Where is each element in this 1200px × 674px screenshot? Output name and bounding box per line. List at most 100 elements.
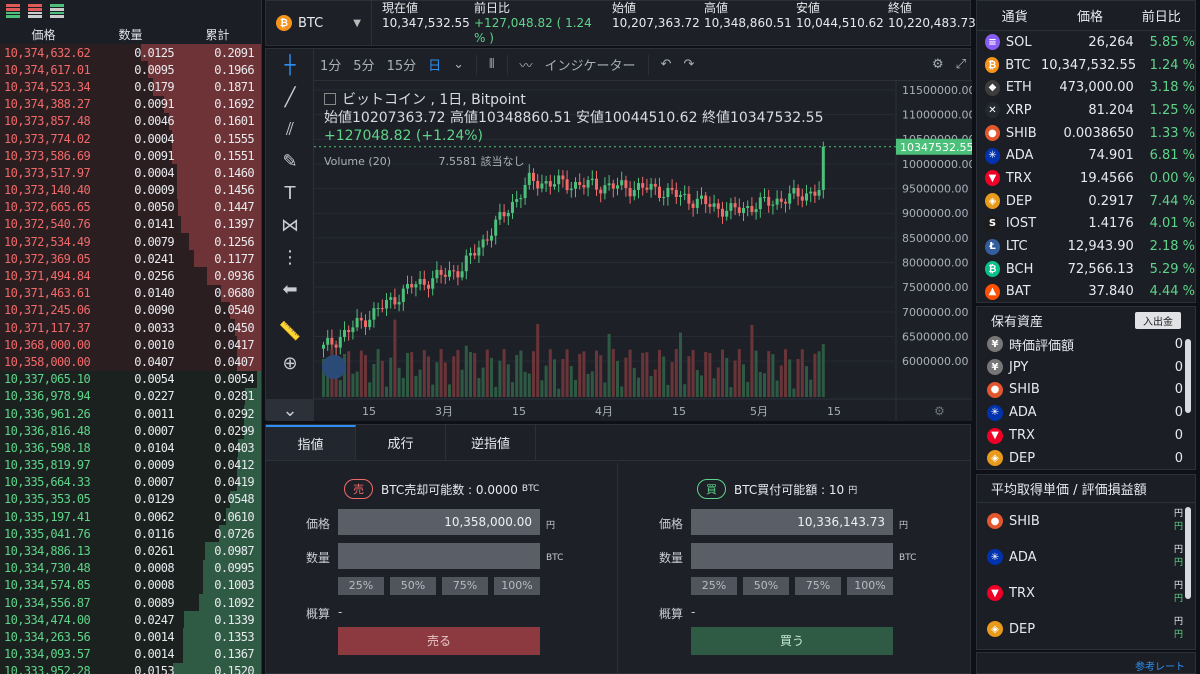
axis-settings-icon[interactable]: ⚙ <box>934 404 945 418</box>
bid-row[interactable]: 10,334,263.56 0.0014 0.1353 <box>0 628 261 646</box>
tab-stop[interactable]: 逆指値 <box>446 425 536 460</box>
buy-price-input[interactable]: 10,336,143.73 <box>691 509 893 535</box>
ask-row[interactable]: 10,374,617.01 0.0095 0.1966 <box>0 61 261 79</box>
bid-row[interactable]: 10,336,598.18 0.0104 0.0403 <box>0 439 261 457</box>
sell-button[interactable]: 売る <box>338 627 540 655</box>
undo-icon[interactable]: ↶ <box>655 57 678 72</box>
bid-row[interactable]: 10,333,952.28 0.0153 0.1520 <box>0 662 261 674</box>
trend-line-icon[interactable]: ╱ <box>266 81 314 113</box>
ask-row[interactable]: 10,373,857.48 0.0046 0.1601 <box>0 112 261 130</box>
buy-pct-25[interactable]: 25% <box>691 577 737 595</box>
crosshair-icon[interactable]: ┼ <box>266 49 314 81</box>
brush-icon[interactable]: ✎ <box>266 145 314 177</box>
interval-1m[interactable]: 1分 <box>314 55 347 74</box>
settings-icon[interactable]: ⚙ <box>926 57 950 72</box>
ask-row[interactable]: 10,373,517.97 0.0004 0.1460 <box>0 164 261 182</box>
ruler-icon[interactable]: 📏 <box>266 315 314 347</box>
ask-row[interactable]: 10,368,000.00 0.0010 0.0417 <box>0 336 261 354</box>
ask-row[interactable]: 10,371,117.37 0.0033 0.0450 <box>0 319 261 337</box>
market-row[interactable]: ≡ SOL 26,264 5.85 % <box>977 31 1195 54</box>
bid-row[interactable]: 10,336,816.48 0.0007 0.0299 <box>0 422 261 440</box>
reference-rate-link[interactable]: 参考レート <box>976 652 1196 674</box>
fullscreen-icon[interactable]: ⤢ <box>950 57 972 72</box>
symbol-selector[interactable]: ₿ BTC ▼ <box>266 0 372 46</box>
collapse-legend-icon[interactable] <box>324 93 336 105</box>
bid-row[interactable]: 10,334,730.48 0.0008 0.0995 <box>0 559 261 577</box>
buy-pct-50[interactable]: 50% <box>743 577 789 595</box>
ask-row[interactable]: 10,371,245.06 0.0090 0.0540 <box>0 301 261 319</box>
sell-pct-50[interactable]: 50% <box>390 577 436 595</box>
ask-row[interactable]: 10,374,523.34 0.0179 0.1871 <box>0 78 261 96</box>
market-row[interactable]: ✕ XRP 81.204 1.25 % <box>977 99 1195 122</box>
bid-row[interactable]: 10,336,961.26 0.0011 0.0292 <box>0 404 261 423</box>
fib-icon[interactable]: ⫽ <box>266 113 314 145</box>
ask-row[interactable]: 10,372,534.49 0.0079 0.1256 <box>0 233 261 251</box>
ask-row[interactable]: 10,371,463.61 0.0140 0.0680 <box>0 284 261 302</box>
sell-pct-100[interactable]: 100% <box>494 577 540 595</box>
bid-row[interactable]: 10,334,556.87 0.0089 0.1092 <box>0 594 261 612</box>
market-row[interactable]: ▼ TRX 19.4566 0.00 % <box>977 167 1195 190</box>
indicator-icon[interactable]: 〰 <box>514 55 539 74</box>
tab-market[interactable]: 成行 <box>356 425 446 460</box>
buy-button[interactable]: 買う <box>691 627 893 655</box>
bid-row[interactable]: 10,337,065.10 0.0054 0.0054 <box>0 370 261 388</box>
bid-row[interactable]: 10,334,093.57 0.0014 0.1367 <box>0 645 261 663</box>
market-row[interactable]: ◈ DEP 0.2917 7.44 % <box>977 190 1195 213</box>
sell-pct-25[interactable]: 25% <box>338 577 384 595</box>
market-row[interactable]: Ł LTC 12,943.90 2.18 % <box>977 235 1195 258</box>
candle-type-icon[interactable]: ⫴ <box>483 57 500 72</box>
buy-pct-75[interactable]: 75% <box>795 577 841 595</box>
interval-dropdown-icon[interactable]: ⌄ <box>447 57 470 72</box>
bid-row[interactable]: 10,334,886.13 0.0261 0.0987 <box>0 542 261 560</box>
tab-limit[interactable]: 指値 <box>266 425 356 460</box>
view-both-icon[interactable] <box>6 4 20 18</box>
measure-lines-icon[interactable]: ⋮ <box>266 241 314 273</box>
pattern-icon[interactable]: ⋈ <box>266 209 314 241</box>
redo-icon[interactable]: ↷ <box>677 57 700 72</box>
market-row[interactable]: S IOST 1.4176 4.01 % <box>977 213 1195 236</box>
deposit-withdraw-button[interactable]: 入出金 <box>1135 311 1181 329</box>
ask-row[interactable]: 10,372,665.65 0.0050 0.1447 <box>0 198 261 216</box>
bid-row[interactable]: 10,335,197.41 0.0062 0.0610 <box>0 508 261 526</box>
interval-day[interactable]: 日 <box>422 55 447 74</box>
holdings-scrollbar[interactable] <box>1185 339 1191 413</box>
bid-row[interactable]: 10,335,353.05 0.0129 0.0548 <box>0 490 261 509</box>
ask-row[interactable]: 10,371,494.84 0.0256 0.0936 <box>0 267 261 285</box>
back-arrow-icon[interactable]: ⬅ <box>266 273 314 305</box>
buy-pct-100[interactable]: 100% <box>847 577 893 595</box>
text-icon[interactable]: T <box>266 177 314 209</box>
ask-row[interactable]: 10,358,000.00 0.0407 0.0407 <box>0 353 261 371</box>
candle-body <box>477 247 481 256</box>
bid-row[interactable]: 10,334,474.00 0.0247 0.1339 <box>0 611 261 629</box>
bid-row[interactable]: 10,335,041.76 0.0116 0.0726 <box>0 525 261 543</box>
market-row[interactable]: ₿ BCH 72,566.13 5.29 % <box>977 258 1195 281</box>
market-row[interactable]: ▲ BAT 37.840 4.44 % <box>977 281 1195 304</box>
bid-row[interactable]: 10,335,664.33 0.0007 0.0419 <box>0 473 261 491</box>
avg-cost-scrollbar[interactable] <box>1185 507 1191 599</box>
bid-row[interactable]: 10,336,978.94 0.0227 0.0281 <box>0 387 261 405</box>
ask-row[interactable]: 10,374,632.62 0.0125 0.2091 <box>0 44 261 62</box>
zoom-icon[interactable]: ⊕ <box>266 347 314 379</box>
sell-qty-input[interactable] <box>338 543 540 569</box>
sell-pct-75[interactable]: 75% <box>442 577 488 595</box>
ask-row[interactable]: 10,372,369.05 0.0241 0.1177 <box>0 250 261 268</box>
buy-qty-input[interactable] <box>691 543 893 569</box>
ask-row[interactable]: 10,374,388.27 0.0091 0.1692 <box>0 95 261 113</box>
ask-row[interactable]: 10,373,140.40 0.0009 0.1456 <box>0 181 261 199</box>
market-row[interactable]: ₿ BTC 10,347,532.55 1.24 % <box>977 54 1195 77</box>
market-row[interactable]: ✳ ADA 74.901 6.81 % <box>977 144 1195 167</box>
interval-5m[interactable]: 5分 <box>347 55 380 74</box>
collapse-icon[interactable]: ⌄ <box>266 399 314 421</box>
view-asks-icon[interactable] <box>28 4 42 18</box>
market-row[interactable]: ◆ ETH 473,000.00 3.18 % <box>977 76 1195 99</box>
ask-row[interactable]: 10,373,586.69 0.0091 0.1551 <box>0 147 261 165</box>
ask-row[interactable]: 10,373,774.02 0.0004 0.1555 <box>0 129 261 148</box>
market-row[interactable]: ● SHIB 0.0038650 1.33 % <box>977 122 1195 145</box>
bid-row[interactable]: 10,334,574.85 0.0008 0.1003 <box>0 576 261 594</box>
interval-15m[interactable]: 15分 <box>381 55 423 74</box>
ask-row[interactable]: 10,372,540.76 0.0141 0.1397 <box>0 215 261 234</box>
sell-price-input[interactable]: 10,358,000.00 <box>338 509 540 535</box>
indicator-button[interactable]: インジケーター <box>539 55 642 74</box>
bid-row[interactable]: 10,335,819.97 0.0009 0.0412 <box>0 456 261 474</box>
view-bids-icon[interactable] <box>50 4 64 18</box>
